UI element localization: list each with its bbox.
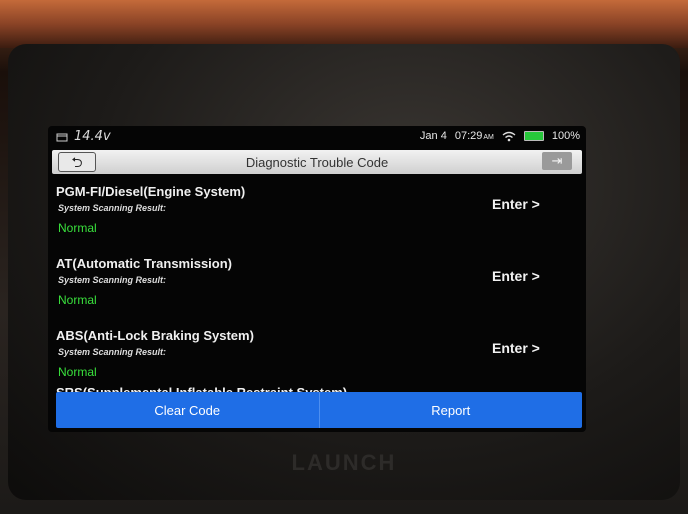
scan-result-value: Normal <box>58 221 97 235</box>
exit-icon: ⇥ <box>551 153 563 168</box>
enter-button[interactable]: Enter > <box>492 196 540 212</box>
scan-result-value: Normal <box>58 365 97 379</box>
wifi-icon <box>502 131 516 141</box>
scan-result-label: System Scanning Result: <box>58 275 167 285</box>
clear-code-button[interactable]: Clear Code <box>56 392 320 428</box>
battery-level: 100% <box>551 130 580 142</box>
status-bar: 14.4v Jan 4 07:29AM 100% <box>48 126 586 148</box>
report-button[interactable]: Report <box>320 392 583 428</box>
battery-icon <box>523 131 544 141</box>
background-wall <box>0 0 688 48</box>
scan-result-value: Normal <box>58 293 97 307</box>
list-item: PGM-FI/Diesel(Engine System) System Scan… <box>48 176 586 248</box>
enter-button[interactable]: Enter > <box>492 340 540 356</box>
calendar-icon <box>56 133 68 141</box>
status-time: 07:29 <box>454 130 483 142</box>
scan-result-label: System Scanning Result: <box>58 203 167 213</box>
brand-logo: LAUNCH <box>291 450 397 475</box>
device-screen: 14.4v Jan 4 07:29AM 100% ⮌ Diagnostic Tr… <box>48 126 586 432</box>
list-item: ABS(Anti-Lock Braking System) System Sca… <box>48 320 586 392</box>
page-title: Diagnostic Trouble Code <box>245 155 389 170</box>
scan-result-label: System Scanning Result: <box>58 347 167 357</box>
system-name: PGM-FI/Diesel(Engine System) <box>56 184 246 199</box>
system-list: PGM-FI/Diesel(Engine System) System Scan… <box>48 176 586 398</box>
status-ampm: AM <box>483 134 494 141</box>
exit-button[interactable]: ⇥ <box>542 152 572 170</box>
system-name: AT(Automatic Transmission) <box>56 256 233 271</box>
list-item: AT(Automatic Transmission) System Scanni… <box>48 248 586 320</box>
voltage-readout: 14.4v <box>74 129 111 144</box>
system-name: ABS(Anti-Lock Braking System) <box>56 328 254 343</box>
status-date: Jan 4 <box>419 130 447 142</box>
enter-button[interactable]: Enter > <box>492 268 540 284</box>
action-bar: Clear Code Report <box>56 392 582 428</box>
title-bar: ⮌ Diagnostic Trouble Code ⇥ <box>52 150 582 174</box>
